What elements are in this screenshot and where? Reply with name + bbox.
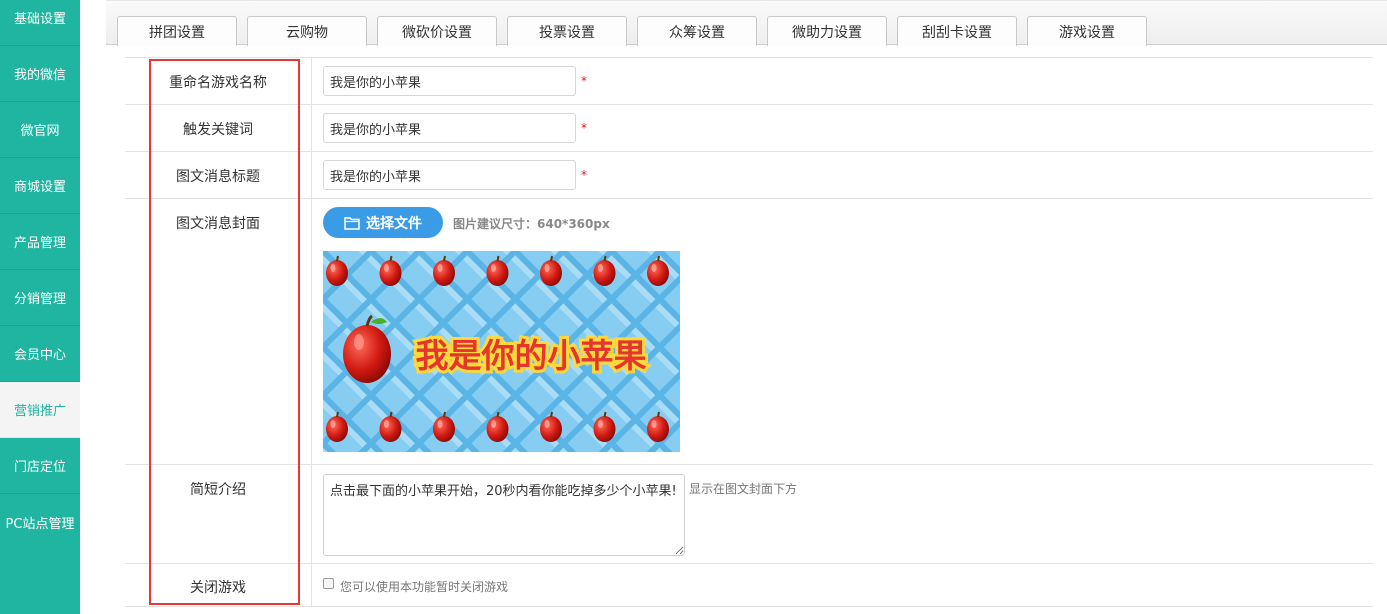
choose-file-button[interactable]: 选择文件 [323,207,443,238]
gutter [80,0,105,614]
keyword-input[interactable] [323,113,576,143]
cover-size-hint: 图片建议尺寸：640*360px [453,217,610,231]
sidebar-item-marketing[interactable]: 营销推广 [0,382,80,438]
tab-bar: 拼团设置 云购物 微砍价设置 投票设置 众筹设置 微助力设置 刮刮卡设置 游戏设… [106,0,1387,46]
close-game-checkbox[interactable] [323,578,334,589]
tab-assist[interactable]: 微助力设置 [767,16,887,46]
cover-title-text: 我是你的小苹果 [416,336,647,375]
title-label: 图文消息标题 [125,152,312,198]
close-game-hint: 您可以使用本功能暂时关闭游戏 [340,580,509,594]
tab-scratch-card[interactable]: 刮刮卡设置 [897,16,1017,46]
intro-textarea[interactable]: 点击最下面的小苹果开始，20秒内看你能吃掉多少个小苹果! [323,474,685,556]
tab-bargain[interactable]: 微砍价设置 [377,16,497,46]
form-row-rename: 重命名游戏名称 * [125,57,1373,104]
sidebar-item-my-wechat[interactable]: 我的微信 [0,46,80,102]
form-row-intro: 简短介绍 点击最下面的小苹果开始，20秒内看你能吃掉多少个小苹果! 显示在图文封… [125,464,1373,563]
cover-preview-image: 我是你的小苹果 [323,251,680,452]
tab-game-settings[interactable]: 游戏设置 [1027,16,1147,46]
intro-label: 简短介绍 [125,465,312,563]
tab-cloud-shopping[interactable]: 云购物 [247,16,367,46]
sidebar-item-mall-settings[interactable]: 商城设置 [0,158,80,214]
sidebar-item-pc-site[interactable]: PC站点管理 [0,494,80,550]
sidebar-item-store-location[interactable]: 门店定位 [0,438,80,494]
form-row-title: 图文消息标题 * [125,151,1373,198]
rename-input[interactable] [323,66,576,96]
close-game-label: 关闭游戏 [125,564,312,606]
cover-label: 图文消息封面 [125,199,312,464]
title-input[interactable] [323,160,576,190]
form-row-close-game: 关闭游戏 您可以使用本功能暂时关闭游戏 [125,563,1373,607]
tab-group-buy[interactable]: 拼团设置 [117,16,237,46]
sidebar-item-member-center[interactable]: 会员中心 [0,326,80,382]
rename-label: 重命名游戏名称 [125,58,312,104]
intro-hint: 显示在图文封面下方 [689,482,798,496]
form-row-keyword: 触发关键词 * [125,104,1373,151]
folder-icon [344,216,360,230]
sidebar-item-micro-site[interactable]: 微官网 [0,102,80,158]
required-mark: * [581,121,587,135]
required-mark: * [581,168,587,182]
sidebar-item-distribution[interactable]: 分销管理 [0,270,80,326]
required-mark: * [581,74,587,88]
form-row-cover: 图文消息封面 选择文件 图片建议尺寸：640*360px 我是你的小苹果 [125,198,1373,464]
sidebar: 基础设置 我的微信 微官网 商城设置 产品管理 分销管理 会员中心 营销推广 门… [0,0,80,614]
keyword-label: 触发关键词 [125,105,312,151]
tab-vote[interactable]: 投票设置 [507,16,627,46]
sidebar-item-basic-settings[interactable]: 基础设置 [0,0,80,46]
tab-crowdfunding[interactable]: 众筹设置 [637,16,757,46]
sidebar-item-product-management[interactable]: 产品管理 [0,214,80,270]
choose-file-label: 选择文件 [366,215,422,232]
